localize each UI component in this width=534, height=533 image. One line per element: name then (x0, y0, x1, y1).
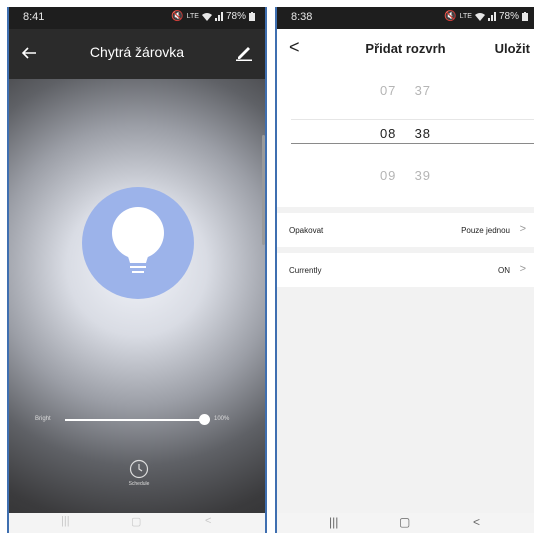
currently-label: Currently (289, 266, 322, 275)
network-label: LTE (186, 13, 199, 20)
recent-apps-button[interactable]: ||| (329, 515, 338, 529)
battery-percent: 78% (498, 11, 519, 22)
schedule-label: Schedule (128, 481, 150, 487)
status-bar: 8:38 🔇 LTE 78% (277, 7, 534, 29)
currently-row[interactable]: Currently ON > (277, 253, 534, 287)
left-phone-screen: 8:41 🔇 LTE 78% Chytrá žárovka Bright 100… (7, 7, 267, 533)
hour-value[interactable]: 07 (373, 83, 403, 98)
home-button[interactable]: ▢ (131, 515, 141, 528)
schedule-button[interactable]: Schedule (122, 459, 156, 487)
status-icons: 🔇 LTE 78% (171, 11, 255, 22)
back-button[interactable]: < (205, 515, 211, 527)
battery-icon (249, 12, 255, 21)
back-button[interactable]: < (473, 515, 480, 529)
recent-apps-button[interactable]: ||| (61, 515, 70, 527)
schedule-header: < Přidat rozvrh Uložit (277, 29, 534, 71)
status-time: 8:41 (23, 11, 45, 23)
repeat-value: Pouze jednou (461, 226, 510, 235)
bulb-icon (112, 207, 164, 273)
app-bar: Chytrá žárovka (9, 29, 265, 79)
signal-icon (214, 12, 223, 21)
repeat-label: Opakovat (289, 226, 324, 235)
status-icons: 🔇 LTE 78% (444, 11, 528, 22)
brightness-track[interactable] (65, 419, 203, 421)
home-button[interactable]: ▢ (399, 515, 410, 529)
chevron-right-icon: > (519, 223, 526, 235)
mute-icon: 🔇 (171, 11, 184, 22)
page-title: Chytrá žárovka (89, 44, 185, 60)
edit-pencil-icon[interactable] (235, 43, 253, 61)
brightness-slider: Bright 100% (9, 413, 265, 427)
time-picker-selected-row[interactable]: 08 38 (277, 126, 534, 141)
scroll-indicator[interactable] (262, 135, 265, 245)
network-label: LTE (459, 13, 472, 20)
minute-value[interactable]: 37 (408, 83, 438, 98)
repeat-row[interactable]: Opakovat Pouze jednou > (277, 213, 534, 247)
minute-value[interactable]: 39 (408, 168, 438, 183)
time-picker[interactable]: 07 37 08 38 09 39 (277, 71, 534, 207)
status-time: 8:38 (291, 11, 313, 23)
system-nav-bar: ||| ▢ < (9, 513, 265, 533)
right-phone-screen: 8:38 🔇 LTE 78% < Přidat rozvrh Uložit 07… (275, 7, 534, 533)
bulb-stage (9, 79, 265, 513)
chevron-right-icon: > (519, 263, 526, 275)
divider (291, 119, 534, 120)
currently-value: ON (498, 266, 510, 275)
minute-value[interactable]: 38 (408, 126, 438, 141)
battery-icon (522, 12, 528, 21)
bulb-toggle[interactable] (82, 187, 194, 299)
clock-icon (129, 459, 149, 479)
signal-icon (487, 12, 496, 21)
time-picker-row[interactable]: 07 37 (277, 83, 534, 98)
selection-underline (291, 143, 534, 144)
brightness-label: Bright (35, 416, 51, 422)
time-picker-row[interactable]: 09 39 (277, 168, 534, 183)
hour-value[interactable]: 09 (373, 168, 403, 183)
battery-percent: 78% (225, 11, 246, 22)
hour-value[interactable]: 08 (373, 126, 403, 141)
status-bar: 8:41 🔇 LTE 78% (9, 7, 265, 29)
mute-icon: 🔇 (444, 11, 457, 22)
system-nav-bar: ||| ▢ < (277, 513, 534, 533)
wifi-icon (201, 13, 212, 21)
save-button[interactable]: Uložit (495, 41, 530, 56)
brightness-value: 100% (214, 416, 230, 422)
brightness-thumb[interactable] (199, 414, 210, 425)
wifi-icon (474, 13, 485, 21)
